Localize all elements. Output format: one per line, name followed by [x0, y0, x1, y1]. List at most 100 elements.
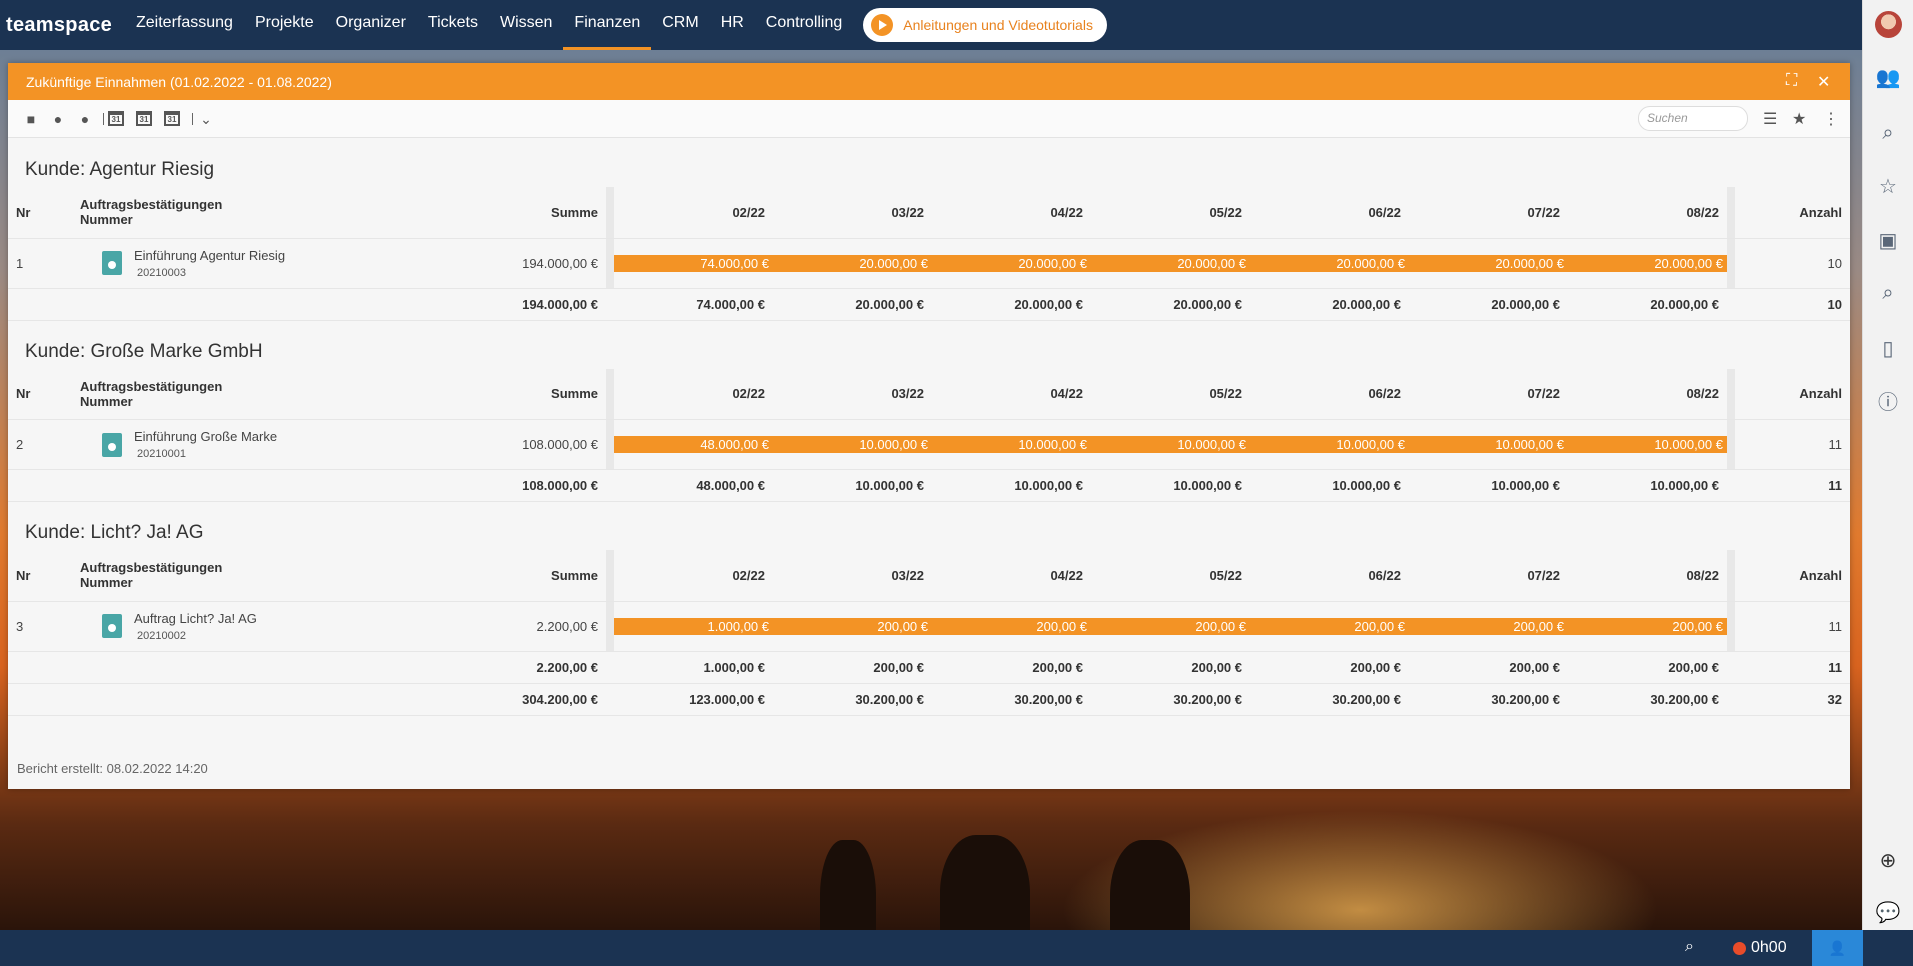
nav-item-controlling[interactable]: Controlling — [755, 0, 853, 50]
nav-item-hr[interactable]: HR — [710, 0, 755, 50]
tutorials-button[interactable]: Anleitungen und Videotutorials — [863, 8, 1107, 42]
column-divider — [606, 550, 614, 601]
col-header-nr[interactable]: Nr — [8, 369, 72, 420]
col-header-name[interactable]: Auftragsbestätigungen Nummer — [72, 187, 492, 238]
total-month-value: 20.000,00 € — [1091, 288, 1250, 321]
col-header-month[interactable]: 02/22 — [614, 187, 773, 238]
total-month-value: 30.200,00 € — [932, 683, 1091, 716]
col-header-month[interactable]: 04/22 — [932, 369, 1091, 420]
col-header-month[interactable]: 04/22 — [932, 550, 1091, 601]
total-month-value: 10.000,00 € — [932, 469, 1091, 502]
total-anzahl: 10 — [1735, 288, 1850, 321]
col-header-month[interactable]: 03/22 — [773, 369, 932, 420]
play-icon — [871, 14, 894, 36]
order-title[interactable]: Einführung Große Marke — [134, 429, 277, 444]
search-input[interactable]: Suchen — [1638, 106, 1748, 131]
person-icon[interactable]: ● — [49, 110, 67, 128]
order-title[interactable]: Einführung Agentur Riesig — [134, 248, 285, 263]
person-group-icon[interactable]: ● — [76, 110, 94, 128]
table-row[interactable]: 2 Einführung Große Marke 20210001 108.000,0… — [8, 419, 1850, 470]
user-avatar[interactable] — [1875, 11, 1902, 38]
report-footer: Bericht erstellt: 08.02.2022 14:20 — [17, 761, 208, 776]
contacts-icon[interactable]: 👥 — [1875, 65, 1901, 91]
nav-item-wissen[interactable]: Wissen — [489, 0, 563, 50]
nav-item-crm[interactable]: CRM — [651, 0, 709, 50]
user-switch-icon[interactable]: 👤 — [1812, 930, 1863, 966]
chat-icon[interactable]: 💬 — [1875, 900, 1901, 926]
col-header-anzahl[interactable]: Anzahl — [1735, 550, 1850, 601]
col-header-month[interactable]: 07/22 — [1409, 187, 1568, 238]
star-icon[interactable]: ★ — [1792, 109, 1806, 129]
nav-item-organizer[interactable]: Organizer — [325, 0, 417, 50]
col-header-summe[interactable]: Summe — [492, 187, 606, 238]
add-circle-icon[interactable]: ⊕ — [1875, 848, 1901, 874]
teamspace-logo[interactable]: teamspace — [0, 14, 125, 37]
col-header-month[interactable]: 06/22 — [1250, 369, 1409, 420]
row-summe: 108.000,00 € — [492, 419, 606, 470]
revenue-table: Nr Auftragsbestätigungen Nummer Summe 02/22 0… — [8, 187, 1850, 321]
total-month-value: 20.000,00 € — [773, 288, 932, 321]
search-icon[interactable]: ⌕ — [1685, 938, 1694, 956]
calendar-icon[interactable]: 31 — [136, 111, 152, 126]
col-header-month[interactable]: 07/22 — [1409, 550, 1568, 601]
col-header-month[interactable]: 03/22 — [773, 550, 932, 601]
revenue-bar: 20.000,00 € — [1568, 254, 1727, 272]
table-row[interactable]: 3 Auftrag Licht? Ja! AG 20210002 2.200,00 €… — [8, 600, 1850, 652]
col-header-month[interactable]: 02/22 — [614, 369, 773, 420]
nav-item-finanzen[interactable]: Finanzen — [563, 0, 652, 50]
order-cell[interactable]: Einführung Große Marke 20210001 — [72, 419, 492, 470]
order-number: 20210003 — [137, 266, 186, 279]
chevron-down-icon[interactable]: ⌄ — [197, 110, 215, 128]
revenue-bar: 1.000,00 € — [614, 617, 773, 635]
col-header-month[interactable]: 02/22 — [614, 550, 773, 601]
col-header-month[interactable]: 06/22 — [1250, 550, 1409, 601]
star-icon[interactable]: ☆ — [1875, 174, 1901, 200]
table-row[interactable]: 1 Einführung Agentur Riesig 20210003 194.00… — [8, 237, 1850, 289]
filter-icon[interactable]: ☰ — [1763, 109, 1777, 129]
column-divider — [606, 419, 614, 470]
mobile-icon[interactable]: ▯ — [1875, 336, 1901, 362]
order-cell[interactable]: Einführung Agentur Riesig 20210003 — [72, 237, 492, 289]
nav-item-tickets[interactable]: Tickets — [417, 0, 489, 50]
col-header-month[interactable]: 05/22 — [1091, 550, 1250, 601]
order-cell[interactable]: Auftrag Licht? Ja! AG 20210002 — [72, 600, 492, 652]
month-value: 20.000,00 € — [1336, 255, 1405, 271]
calendar-icon[interactable]: 31 — [164, 111, 180, 126]
col-header-month[interactable]: 08/22 — [1568, 187, 1727, 238]
col-header-month[interactable]: 07/22 — [1409, 369, 1568, 420]
inbox-icon[interactable]: ▣ — [1875, 228, 1901, 254]
col-header-month[interactable]: 05/22 — [1091, 369, 1250, 420]
col-header-month[interactable]: 03/22 — [773, 187, 932, 238]
nav-item-projekte[interactable]: Projekte — [244, 0, 325, 50]
search-icon[interactable]: ⌕ — [1875, 120, 1901, 146]
col-header-month[interactable]: 04/22 — [932, 187, 1091, 238]
col-header-month[interactable]: 08/22 — [1568, 550, 1727, 601]
search-history-icon[interactable]: ⌕ — [1875, 280, 1901, 306]
maximize-icon[interactable]: ⛶ — [1786, 72, 1797, 90]
month-value: 48.000,00 € — [700, 437, 769, 452]
col-header-anzahl[interactable]: Anzahl — [1735, 187, 1850, 238]
col-header-nr[interactable]: Nr — [8, 187, 72, 238]
order-title[interactable]: Auftrag Licht? Ja! AG — [134, 611, 257, 626]
time-tracker[interactable]: 0h00 — [1733, 930, 1787, 966]
col-header-name[interactable]: Auftragsbestätigungen Nummer — [72, 550, 492, 601]
col-header-summe[interactable]: Summe — [492, 550, 606, 601]
close-icon[interactable]: ✕ — [1817, 72, 1830, 92]
col-header-nr[interactable]: Nr — [8, 550, 72, 601]
more-menu-icon[interactable]: ⋮ — [1823, 109, 1839, 129]
calendar-icon[interactable]: 31 — [108, 111, 124, 126]
info-icon[interactable]: ⓘ — [1875, 390, 1901, 416]
revenue-bar: 200,00 € — [1091, 617, 1250, 635]
table-header-row: Nr Auftragsbestätigungen Nummer Summe 02/22 0… — [8, 187, 1850, 238]
col-header-month[interactable]: 06/22 — [1250, 187, 1409, 238]
col-header-summe[interactable]: Summe — [492, 369, 606, 420]
col-header-month[interactable]: 05/22 — [1091, 187, 1250, 238]
main-menu: Zeiterfassung Projekte Organizer Tickets Wis… — [125, 0, 853, 50]
folder-icon[interactable]: ■ — [22, 110, 40, 128]
subtotal-row: 2.200,00 €1.000,00 €200,00 €200,00 €200,… — [8, 651, 1850, 684]
nav-item-zeiterfassung[interactable]: Zeiterfassung — [125, 0, 244, 50]
col-header-name[interactable]: Auftragsbestätigungen Nummer — [72, 369, 492, 420]
col-header-month[interactable]: 08/22 — [1568, 369, 1727, 420]
total-month-value: 10.000,00 € — [1250, 469, 1409, 502]
col-header-anzahl[interactable]: Anzahl — [1735, 369, 1850, 420]
